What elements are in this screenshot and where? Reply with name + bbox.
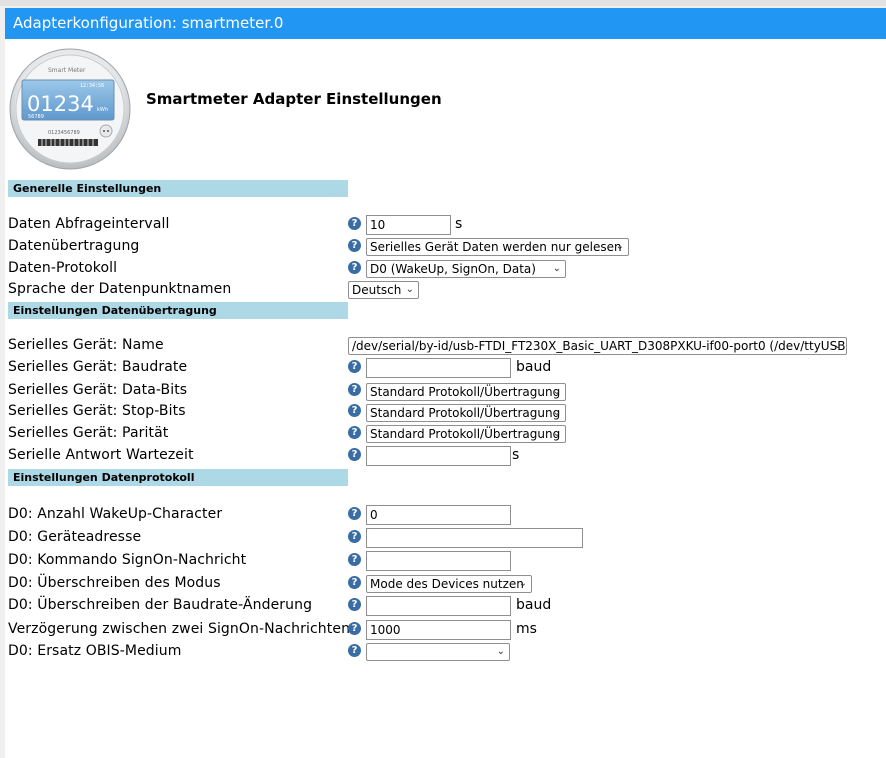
signon-delay-help-icon[interactable]: ?	[348, 622, 361, 635]
device-address-label: D0: Geräteadresse	[8, 529, 142, 545]
protocol-help-icon[interactable]: ?	[348, 261, 361, 274]
chevron-down-icon: ⌄	[552, 386, 561, 397]
chevron-down-icon: ⌄	[552, 407, 561, 418]
window-title: Adapterkonfiguration: smartmeter.0	[5, 8, 886, 39]
transfer-selected: Serielles Gerät Daten werden nur gelesen	[370, 240, 622, 254]
baudrate-input[interactable]	[366, 358, 511, 378]
svg-text:Smart Meter: Smart Meter	[48, 67, 86, 74]
databits-help-icon[interactable]: ?	[348, 383, 361, 396]
obis-medium-label: D0: Ersatz OBIS-Medium	[8, 643, 182, 659]
stopbits-selected: Standard Protokoll/Übertragung	[370, 406, 561, 420]
section-protocol-header: Einstellungen Datenprotokoll	[8, 469, 348, 486]
language-select[interactable]: Deutsch ⌄	[348, 281, 419, 299]
response-wait-help-icon[interactable]: ?	[348, 448, 361, 461]
parity-selected: Standard Protokoll/Übertragung	[370, 427, 561, 441]
signon-delay-label: Verzögerung zwischen zwei SignOn-Nachric…	[8, 621, 351, 637]
stopbits-select[interactable]: Standard Protokoll/Übertragung ⌄	[366, 404, 566, 422]
serial-name-label: Serielles Gerät: Name	[8, 337, 164, 353]
obis-medium-select[interactable]: ⌄	[366, 643, 510, 661]
databits-label: Serielles Gerät: Data-Bits	[8, 382, 188, 398]
chevron-down-icon: ⌄	[496, 646, 505, 657]
baud-override-unit: baud	[516, 597, 552, 613]
databits-select[interactable]: Standard Protokoll/Übertragung ⌄	[366, 383, 566, 401]
interval-label: Daten Abfrageintervall	[8, 216, 170, 232]
chevron-down-icon: ⌄	[552, 263, 561, 274]
device-address-input[interactable]	[366, 528, 583, 548]
svg-text:01234: 01234	[27, 92, 94, 116]
language-label: Sprache der Datenpunktnamen	[8, 281, 232, 297]
interval-input[interactable]: 10	[366, 215, 451, 235]
interval-help-icon[interactable]: ?	[348, 217, 361, 230]
chevron-down-icon: ⌄	[405, 284, 414, 295]
page-title: Smartmeter Adapter Einstellungen	[146, 90, 442, 108]
baudrate-label: Serielles Gerät: Baudrate	[8, 359, 188, 375]
baudrate-help-icon[interactable]: ?	[348, 360, 361, 373]
wakeup-input[interactable]: 0	[366, 505, 511, 525]
transfer-help-icon[interactable]: ?	[348, 239, 361, 252]
mode-override-help-icon[interactable]: ?	[348, 576, 361, 589]
chevron-down-icon: ⌄	[552, 428, 561, 439]
transfer-label: Datenübertragung	[8, 238, 140, 254]
wakeup-label: D0: Anzahl WakeUp-Character	[8, 506, 223, 522]
baud-override-label: D0: Überschreiben der Baudrate-Änderung	[8, 597, 313, 613]
response-wait-label: Serielle Antwort Wartezeit	[8, 447, 194, 463]
databits-selected: Standard Protokoll/Übertragung	[370, 385, 561, 399]
protocol-label: Daten-Protokoll	[8, 260, 118, 276]
section-general-header: Generelle Einstellungen	[8, 180, 348, 197]
protocol-select[interactable]: D0 (WakeUp, SignOn, Data) ⌄	[366, 260, 566, 278]
stopbits-label: Serielles Gerät: Stop-Bits	[8, 403, 186, 419]
baud-override-help-icon[interactable]: ?	[348, 598, 361, 611]
parity-label: Serielles Gerät: Parität	[8, 425, 169, 441]
section-transfer-header: Einstellungen Datenübertragung	[8, 302, 348, 319]
response-wait-unit: s	[512, 447, 520, 463]
mode-override-selected: Mode des Devices nutzen	[370, 577, 524, 591]
response-wait-input[interactable]	[366, 446, 511, 466]
signon-cmd-input[interactable]	[366, 551, 511, 571]
svg-text:56789: 56789	[28, 114, 44, 120]
svg-text:kWh: kWh	[97, 107, 108, 113]
chevron-down-icon: ⌄	[518, 578, 527, 589]
signon-cmd-help-icon[interactable]: ?	[348, 553, 361, 566]
parity-help-icon[interactable]: ?	[348, 426, 361, 439]
svg-text:0123456789: 0123456789	[48, 130, 80, 136]
transfer-select[interactable]: Serielles Gerät Daten werden nur gelesen…	[366, 238, 629, 256]
wakeup-help-icon[interactable]: ?	[348, 507, 361, 520]
chevron-down-icon: ⌄	[615, 241, 624, 252]
mode-override-label: D0: Überschreiben des Modus	[8, 575, 221, 591]
language-selected: Deutsch	[352, 283, 402, 297]
protocol-selected: D0 (WakeUp, SignOn, Data)	[370, 262, 536, 276]
stopbits-help-icon[interactable]: ?	[348, 404, 361, 417]
svg-text:12:34:56: 12:34:56	[80, 83, 104, 89]
serial-name-selected: /dev/serial/by-id/usb-FTDI_FT230X_Basic_…	[352, 339, 847, 353]
serial-name-select[interactable]: /dev/serial/by-id/usb-FTDI_FT230X_Basic_…	[348, 337, 847, 355]
parity-select[interactable]: Standard Protokoll/Übertragung ⌄	[366, 425, 566, 443]
smartmeter-logo-image: Smart Meter 12:34:56 01234 kWh 56789 012…	[8, 43, 142, 174]
signon-cmd-label: D0: Kommando SignOn-Nachricht	[8, 552, 247, 568]
chevron-down-icon: ⌄	[833, 340, 842, 351]
signon-delay-unit: ms	[516, 621, 537, 637]
device-address-help-icon[interactable]: ?	[348, 530, 361, 543]
baud-override-input[interactable]	[366, 596, 511, 616]
obis-medium-help-icon[interactable]: ?	[348, 644, 361, 657]
top-border	[0, 0, 886, 6]
baudrate-unit: baud	[516, 359, 552, 375]
mode-override-select[interactable]: Mode des Devices nutzen ⌄	[366, 575, 532, 593]
interval-unit: s	[455, 216, 463, 232]
signon-delay-input[interactable]: 1000	[366, 620, 511, 640]
